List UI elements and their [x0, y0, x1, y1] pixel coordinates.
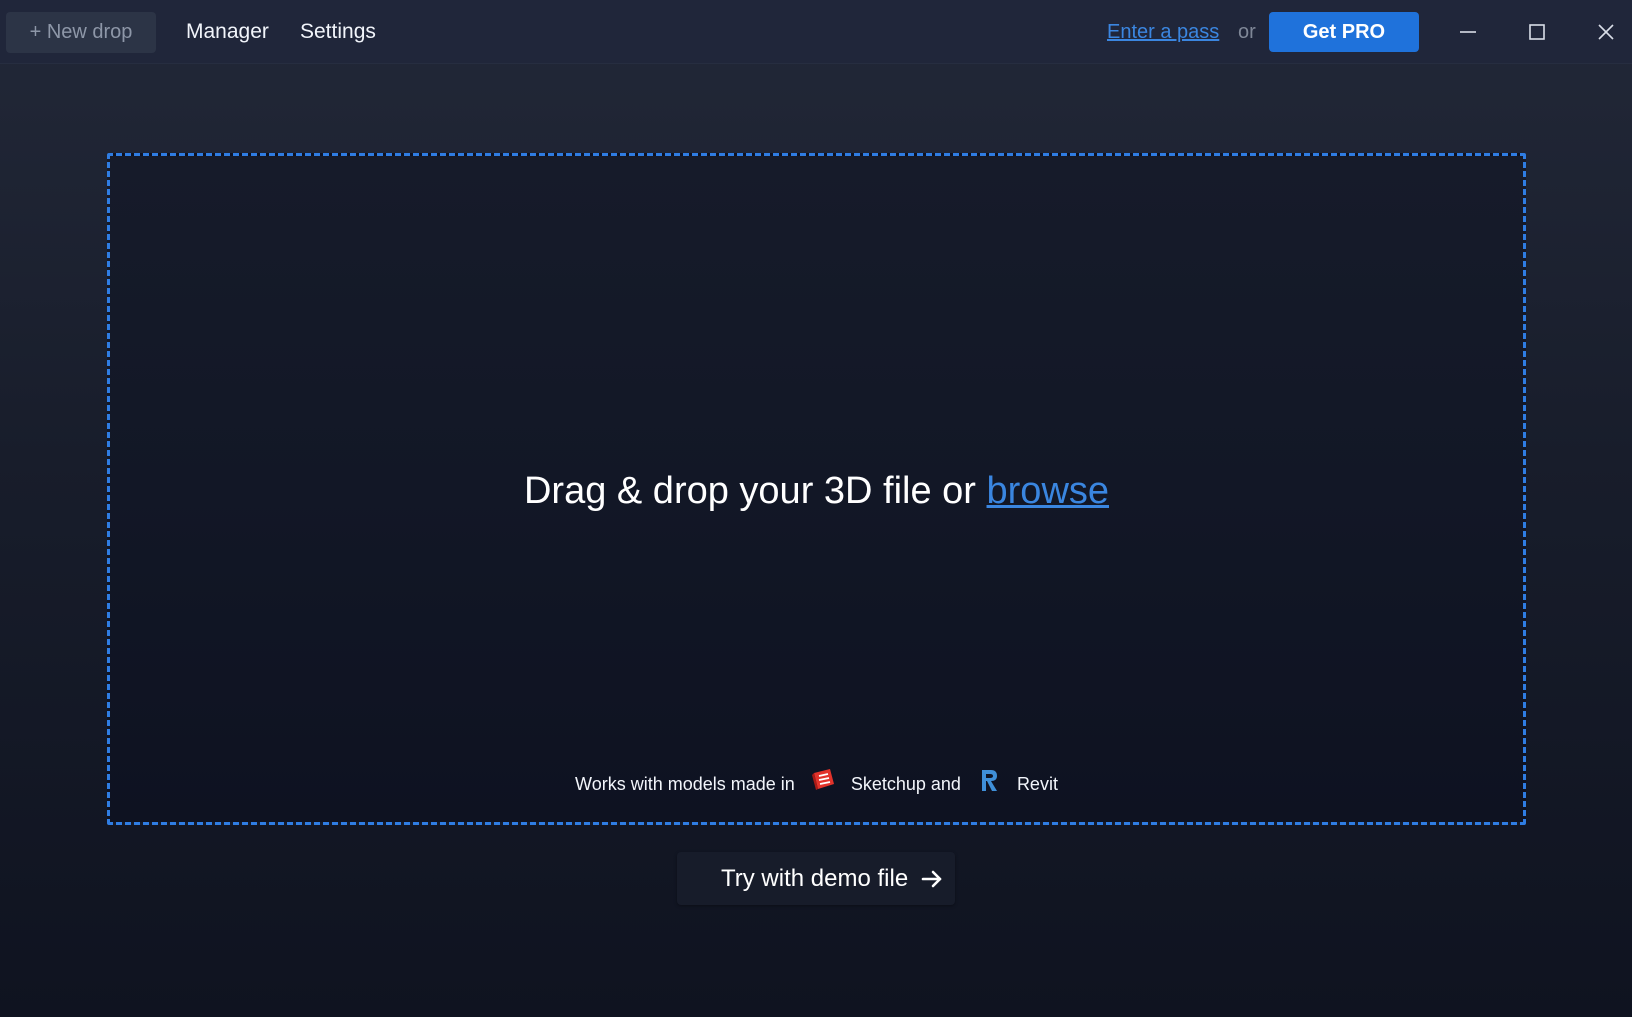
sketchup-label: Sketchup and — [850, 774, 961, 794]
new-drop-button[interactable]: + New drop — [6, 12, 156, 53]
minimize-button[interactable] — [1445, 10, 1491, 54]
maximize-icon — [1529, 24, 1545, 40]
nav-manager[interactable]: Manager — [186, 12, 269, 52]
enter-pass-link[interactable]: Enter a pass — [1107, 12, 1219, 52]
close-button[interactable] — [1583, 10, 1629, 54]
get-pro-button[interactable]: Get PRO — [1269, 12, 1419, 52]
browse-link[interactable]: browse — [987, 470, 1110, 512]
works-with-text: Works with models made in — [575, 774, 795, 794]
drop-zone[interactable]: Drag & drop your 3D file or browse Works… — [107, 153, 1526, 825]
arrow-right-icon — [921, 870, 942, 888]
sketchup-logo-icon — [810, 767, 836, 793]
works-with-line: Works with models made in Sketchup and R… — [110, 767, 1523, 798]
revit-label: Revit — [1016, 774, 1058, 794]
drop-headline-text: Drag & drop your 3D file or — [523, 470, 987, 512]
top-bar: + New drop Manager Settings Enter a pass… — [0, 0, 1632, 64]
minimize-icon — [1460, 31, 1476, 33]
or-text: or — [1238, 21, 1256, 43]
revit-logo-icon — [976, 767, 1002, 793]
nav-settings[interactable]: Settings — [300, 12, 376, 52]
maximize-button[interactable] — [1514, 10, 1560, 54]
try-demo-button[interactable]: Try with demo file — [677, 852, 955, 905]
close-icon — [1598, 24, 1614, 40]
drop-headline: Drag & drop your 3D file or browse — [110, 468, 1523, 514]
try-demo-label: Try with demo file — [721, 865, 909, 892]
